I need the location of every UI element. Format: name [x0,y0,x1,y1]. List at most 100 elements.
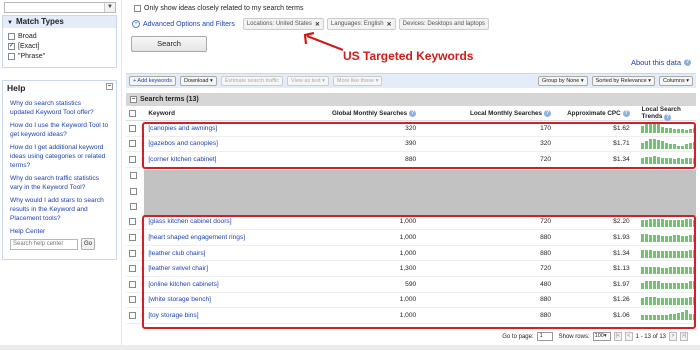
checkbox[interactable] [129,311,137,319]
chevron-down-icon: ▼ [104,3,115,12]
checkbox[interactable] [8,32,15,40]
about-data-link[interactable]: About this data ? [631,58,691,67]
help-center-link[interactable]: Help Center [3,227,116,236]
minimize-icon[interactable]: – [106,83,113,90]
bottom-bar [0,345,700,350]
close-icon[interactable]: ✕ [315,21,320,28]
row-checkbox-cell [126,140,140,148]
plus-circle-icon[interactable]: + [132,20,140,28]
collapse-icon[interactable]: – [130,95,137,103]
estimate-traffic-button[interactable]: Estimate search traffic [220,76,284,86]
col-trends[interactable]: Local Search Trends ? [630,106,696,121]
annotation-label: US Targeted Keywords [343,49,474,63]
section-title: Search terms (13) [140,96,199,103]
help-go-button[interactable]: Go [81,238,95,250]
view-as-text-button[interactable]: View as text ▾ [287,76,329,86]
closely-related-label: Only show ideas closely related to my se… [144,5,304,12]
row-checkbox-cell [126,249,140,257]
about-link-text: About this data [630,58,681,67]
checkbox[interactable] [129,124,137,132]
checkbox[interactable] [129,233,137,241]
results-table: Keyword Global Monthly Searches? Local M… [126,106,696,329]
first-page-icon[interactable]: |< [613,332,622,341]
rows-select-value: 100 [594,333,604,339]
col-cpc[interactable]: Approximate CPC? [551,110,630,117]
checkbox[interactable] [129,140,137,148]
group-by-button[interactable]: Group by None ▾ [538,76,588,86]
columns-button[interactable]: Columns ▾ [659,76,693,86]
checkbox[interactable] [8,52,15,60]
col-trends-label: Local Search Trends [641,106,681,120]
advanced-options-row: + Advanced Options and Filters Locations… [132,18,490,30]
col-global[interactable]: Global Monthly Searches? [284,110,417,117]
help-link[interactable]: Why would I add stars to search results … [3,196,116,223]
page-input[interactable]: 1 [536,332,553,341]
checkbox[interactable] [129,155,137,163]
help-icon[interactable]: ? [684,59,691,66]
filter-chip-devices[interactable]: Devices: Desktops and laptops [398,18,490,30]
range-label: 1 - 13 of 13 [635,333,666,340]
row-checkbox-cell [126,218,140,226]
col-global-label: Global Monthly Searches [331,110,408,117]
checkbox[interactable] [129,218,137,226]
help-link[interactable]: Why do search traffic statistics vary in… [3,174,116,192]
filter-chip-location[interactable]: Locations: United States ✕ [242,18,324,30]
more-like-these-button[interactable]: More like these ▾ [332,76,383,86]
chip-label: Languages: English [330,21,384,27]
row-checkbox-cell [126,172,140,180]
checkbox[interactable] [134,5,141,12]
checkbox[interactable] [129,110,137,117]
checkbox[interactable] [129,265,137,273]
checkbox[interactable] [129,187,137,195]
help-link[interactable]: How do I use the Keyword Tool to get key… [3,121,116,139]
match-type-exact[interactable]: ✓ [Exact] [3,41,116,51]
help-search-input[interactable]: Search help center [10,238,78,250]
checkbox[interactable] [129,203,137,211]
prev-page-icon[interactable]: < [624,332,633,341]
advanced-options-link[interactable]: Advanced Options and Filters [143,21,235,28]
help-icon[interactable]: ? [409,110,417,117]
search-button[interactable]: Search [131,36,207,52]
next-page-icon[interactable]: > [669,332,677,341]
col-local[interactable]: Local Monthly Searches? [416,110,552,117]
collapse-triangle-icon: ▼ [7,20,13,26]
goto-label: Go to page: [502,333,534,340]
col-keyword[interactable]: Keyword [148,110,284,117]
checkbox[interactable] [129,172,137,180]
toolbar: + Add keywords Download ▾ Estimate searc… [126,73,696,88]
match-type-broad[interactable]: Broad [3,31,116,41]
row-checkbox-cell [126,265,140,273]
divider [121,0,122,350]
last-page-icon[interactable]: >| [680,332,688,341]
checkbox-checked[interactable]: ✓ [8,42,15,50]
download-button[interactable]: Download ▾ [179,76,217,86]
help-icon[interactable]: ? [664,114,672,121]
search-terms-header[interactable]: – Search terms (13) [126,93,696,106]
match-types-header[interactable]: ▼ Match Types [3,16,116,28]
help-header: Help – [3,81,116,93]
match-types-title: Match Types [15,17,64,26]
close-icon[interactable]: ✕ [387,21,392,28]
chip-label: Locations: United States [246,21,312,27]
closely-related-option[interactable]: Only show ideas closely related to my se… [134,5,304,12]
checkbox[interactable] [129,249,137,257]
row-checkbox-cell [126,233,140,241]
help-icon[interactable]: ? [622,110,630,117]
rows-select[interactable]: 100▾ [592,332,611,341]
table-header-row: Keyword Global Monthly Searches? Local M… [126,106,696,121]
top-dropdown[interactable]: ▼ [4,2,116,13]
checkbox[interactable] [129,280,137,288]
redacted-area [144,170,696,216]
checkbox[interactable] [129,296,137,304]
add-keywords-button[interactable]: + Add keywords [129,76,176,86]
filter-chip-language[interactable]: Languages: English ✕ [326,18,396,30]
left-sidebar: ▼ ▼Match Types Broad ✓ [Exact] "Phrase" [0,0,119,350]
help-link[interactable]: How do I get additional keyword ideas us… [3,143,116,170]
sorted-by-button[interactable]: Sorted by Relevance ▾ [591,76,655,86]
row-checkbox-cell [126,203,140,211]
help-icon[interactable]: ? [544,110,552,117]
match-type-phrase[interactable]: "Phrase" [3,51,116,61]
col-cpc-label: Approximate CPC [567,110,621,117]
help-link[interactable]: Why do search statistics updated Keyword … [3,99,116,117]
select-all-cell [126,110,140,117]
